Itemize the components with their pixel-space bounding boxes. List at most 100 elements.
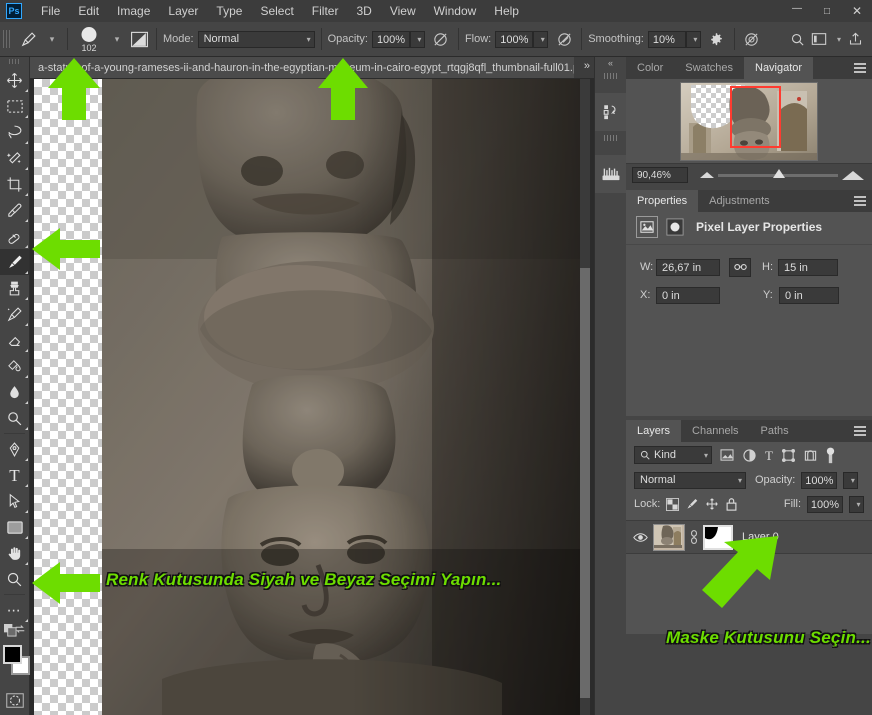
- menu-select[interactable]: Select: [251, 0, 302, 22]
- menu-layer[interactable]: Layer: [159, 0, 207, 22]
- smoothing-chevron[interactable]: ▾: [685, 30, 701, 48]
- share-icon[interactable]: [844, 28, 866, 50]
- eye-icon[interactable]: [632, 532, 648, 543]
- brush-settings-panel-icon[interactable]: [595, 155, 626, 193]
- lock-position-icon[interactable]: [705, 497, 719, 511]
- document-tab[interactable]: a-statue-of-a-young-rameses-ii-and-hauro…: [30, 57, 574, 78]
- maximize-button[interactable]: □: [812, 0, 842, 22]
- history-panel-icon[interactable]: [595, 93, 626, 131]
- brush-size-preview[interactable]: 102: [76, 25, 102, 53]
- smoothing-input[interactable]: 10%: [647, 30, 686, 48]
- zoom-out-icon[interactable]: [700, 172, 714, 178]
- layer-blend-mode-select[interactable]: Normal ▾: [634, 471, 746, 489]
- lock-transparency-icon[interactable]: [666, 497, 680, 511]
- tab-layers[interactable]: Layers: [626, 420, 682, 442]
- workspace-icon[interactable]: [808, 28, 830, 50]
- tool-hand-tool[interactable]: [0, 540, 29, 566]
- filter-shape-icon[interactable]: [781, 448, 795, 462]
- gear-icon[interactable]: [706, 28, 728, 50]
- layer-opacity-input[interactable]: 100%: [801, 471, 838, 489]
- document-tab-overflow[interactable]: »: [584, 60, 590, 72]
- tool-blur-tool[interactable]: [0, 379, 29, 405]
- canvas-vertical-scrollbar-thumb[interactable]: [580, 268, 590, 698]
- navigator-view-box[interactable]: [730, 85, 781, 148]
- workspace-chevron-icon[interactable]: ▾: [830, 28, 844, 50]
- filter-adjustment-icon[interactable]: [743, 448, 756, 462]
- filter-enable-toggle[interactable]: [826, 447, 835, 464]
- tab-adjustments[interactable]: Adjustments: [698, 190, 781, 212]
- flow-chevron[interactable]: ▾: [533, 30, 549, 48]
- panel-menu-icon[interactable]: [854, 426, 866, 436]
- tool-eyedropper-tool[interactable]: [0, 197, 29, 223]
- brush-settings-toggle-icon[interactable]: [128, 28, 150, 50]
- filter-pixel-icon[interactable]: [720, 449, 734, 461]
- airbrush-icon[interactable]: [553, 28, 575, 50]
- history-panel-grip[interactable]: [595, 73, 626, 93]
- tool-path-selection-tool[interactable]: [0, 488, 29, 514]
- lock-image-icon[interactable]: [685, 497, 699, 511]
- flow-input[interactable]: 100%: [495, 30, 534, 48]
- panel-menu-icon[interactable]: [854, 196, 866, 206]
- menu-help[interactable]: Help: [485, 0, 528, 22]
- panel-menu-icon[interactable]: [854, 63, 866, 73]
- canvas-area[interactable]: [30, 78, 594, 715]
- tab-paths[interactable]: Paths: [750, 420, 800, 442]
- tool-move-tool[interactable]: [0, 67, 29, 93]
- search-icon[interactable]: [786, 28, 808, 50]
- tool-brush-tool[interactable]: [0, 249, 29, 275]
- width-field[interactable]: 26,67 in: [656, 258, 720, 276]
- menu-view[interactable]: View: [381, 0, 425, 22]
- opacity-input[interactable]: 100%: [371, 30, 410, 48]
- swap-colors-icon[interactable]: [14, 623, 26, 638]
- menu-filter[interactable]: Filter: [303, 0, 348, 22]
- tool-dodge-tool[interactable]: [0, 405, 29, 431]
- zoom-slider[interactable]: [718, 168, 838, 178]
- tool-eraser-tool[interactable]: [0, 327, 29, 353]
- minimize-button[interactable]: —: [782, 0, 812, 22]
- foreground-color-swatch[interactable]: [3, 645, 22, 664]
- mask-icon[interactable]: [665, 217, 685, 237]
- y-position-field[interactable]: 0 in: [779, 286, 839, 304]
- brush-tool-icon[interactable]: [17, 28, 39, 50]
- zoom-slider-thumb[interactable]: [773, 168, 786, 178]
- menu-type[interactable]: Type: [207, 0, 251, 22]
- menu-edit[interactable]: Edit: [69, 0, 108, 22]
- menu-file[interactable]: File: [32, 0, 69, 22]
- quick-mask-icon[interactable]: [0, 687, 29, 713]
- tool-pen-tool[interactable]: [0, 436, 29, 462]
- tool-type-tool[interactable]: T: [0, 462, 29, 488]
- link-mask-icon[interactable]: [690, 529, 698, 545]
- close-button[interactable]: ✕: [842, 0, 872, 22]
- tool-shape-tool[interactable]: [0, 514, 29, 540]
- symmetry-icon[interactable]: [741, 28, 763, 50]
- tool-quick-selection-tool[interactable]: [0, 145, 29, 171]
- tool-lasso-tool[interactable]: [0, 119, 29, 145]
- filter-smart-object-icon[interactable]: [804, 449, 817, 462]
- options-bar-grip[interactable]: [3, 30, 11, 48]
- layer-fill-input[interactable]: 100%: [807, 495, 843, 513]
- toolbar-grip[interactable]: [0, 59, 29, 67]
- edit-toolbar-button[interactable]: ⋯: [0, 597, 29, 623]
- lock-artboard-icon[interactable]: [725, 497, 738, 511]
- opacity-pressure-icon[interactable]: [430, 28, 452, 50]
- brush-picker-chevron[interactable]: ▾: [104, 28, 126, 50]
- tool-marquee-tool[interactable]: [0, 93, 29, 119]
- filter-type-icon[interactable]: T: [765, 449, 773, 462]
- tool-zoom-tool[interactable]: [0, 566, 29, 592]
- layer-fill-chevron[interactable]: ▾: [849, 495, 864, 513]
- tab-navigator[interactable]: Navigator: [744, 57, 814, 79]
- x-position-field[interactable]: 0 in: [656, 286, 720, 304]
- blend-mode-select[interactable]: Normal ▾: [197, 30, 315, 48]
- opacity-chevron[interactable]: ▾: [409, 30, 425, 48]
- tool-clone-stamp-tool[interactable]: [0, 275, 29, 301]
- link-dimensions-icon[interactable]: [729, 257, 751, 277]
- tool-gradient-tool[interactable]: [0, 353, 29, 379]
- zoom-level-input[interactable]: 90,46%: [632, 167, 688, 183]
- tab-swatches[interactable]: Swatches: [674, 57, 744, 79]
- menu-image[interactable]: Image: [108, 0, 159, 22]
- tool-crop-tool[interactable]: [0, 171, 29, 197]
- tab-properties[interactable]: Properties: [626, 190, 699, 212]
- layer-filter-kind-select[interactable]: Kind ▾: [634, 446, 712, 464]
- tool-history-brush-tool[interactable]: [0, 301, 29, 327]
- tool-healing-brush-tool[interactable]: [0, 223, 29, 249]
